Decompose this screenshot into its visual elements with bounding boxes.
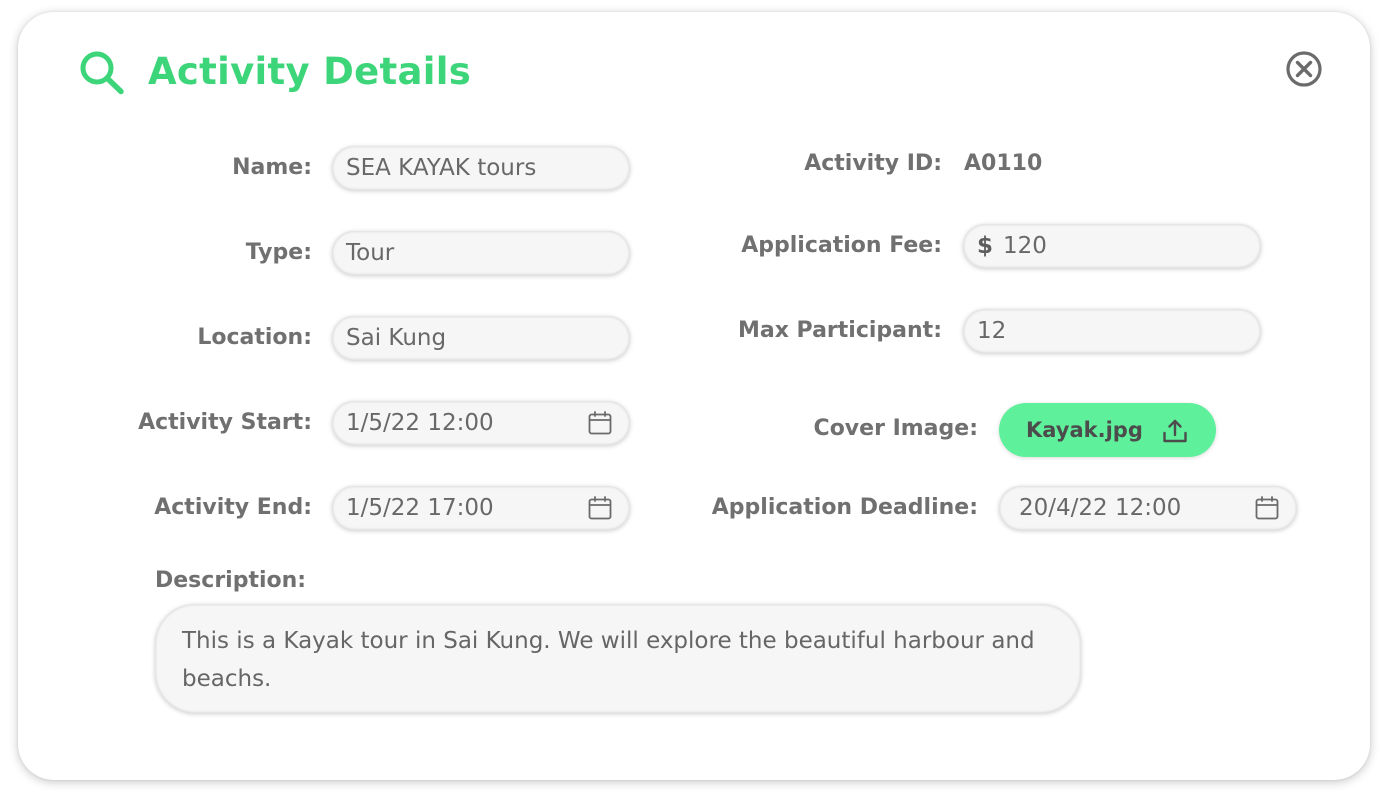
application-fee-field[interactable]: $120 (963, 224, 1261, 268)
description-value: This is a Kayak tour in Sai Kung. We wil… (182, 628, 1035, 692)
activity-start-value: 1/5/22 12:00 (346, 410, 494, 436)
application-deadline-label: Application Deadline: (711, 495, 978, 520)
type-field[interactable]: Tour (332, 231, 630, 275)
type-label: Type: (245, 240, 312, 265)
application-deadline-field[interactable]: 20/4/22 12:00 (999, 486, 1297, 530)
activity-end-field[interactable]: 1/5/22 17:00 (332, 486, 630, 530)
name-label: Name: (232, 155, 312, 180)
application-fee-label: Application Fee: (741, 233, 942, 258)
cover-image-upload-button[interactable]: Kayak.jpg (999, 403, 1216, 457)
close-icon[interactable] (1284, 49, 1324, 89)
location-value: Sai Kung (346, 325, 447, 351)
calendar-icon[interactable] (1255, 496, 1279, 520)
name-value: SEA KAYAK tours (346, 155, 537, 181)
calendar-icon[interactable] (588, 496, 612, 520)
name-field[interactable]: SEA KAYAK tours (332, 146, 630, 190)
max-participant-label: Max Participant: (737, 318, 942, 343)
location-label: Location: (197, 325, 312, 350)
description-label: Description: (155, 568, 307, 593)
upload-icon (1163, 419, 1187, 443)
search-icon (80, 51, 124, 95)
description-textarea[interactable]: This is a Kayak tour in Sai Kung. We wil… (155, 604, 1081, 713)
activity-end-value: 1/5/22 17:00 (346, 495, 494, 521)
calendar-icon[interactable] (588, 411, 612, 435)
dialog-title: Activity Details (148, 50, 472, 93)
max-participant-field[interactable]: 12 (963, 309, 1261, 353)
cover-image-label: Cover Image: (813, 416, 978, 441)
activity-start-label: Activity Start: (138, 410, 312, 435)
activity-end-label: Activity End: (154, 495, 312, 520)
cover-image-file-name: Kayak.jpg (1026, 418, 1143, 442)
max-participant-value: 12 (977, 318, 1007, 344)
location-field[interactable]: Sai Kung (332, 316, 630, 360)
activity-id-value: A0110 (964, 151, 1043, 176)
application-fee-value: 120 (1003, 233, 1047, 259)
application-deadline-value: 20/4/22 12:00 (1019, 495, 1182, 521)
type-value: Tour (346, 240, 395, 266)
currency-symbol: $ (977, 233, 994, 259)
activity-id-label: Activity ID: (804, 151, 942, 176)
activity-start-field[interactable]: 1/5/22 12:00 (332, 401, 630, 445)
